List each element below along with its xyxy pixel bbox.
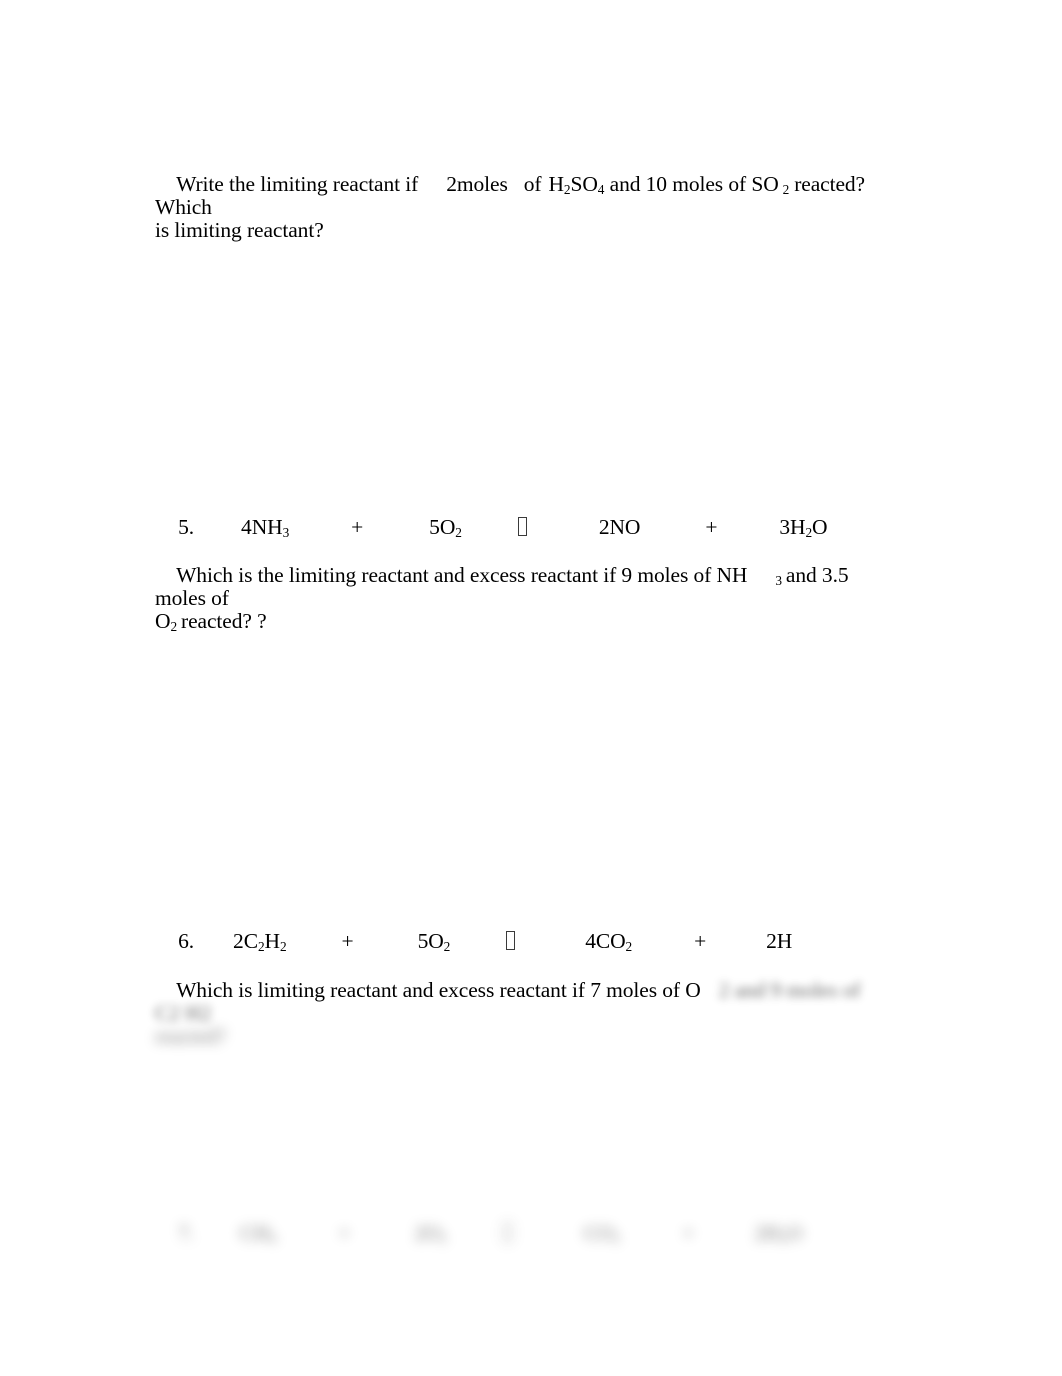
q6-text-line2-blurred: reacted? [155, 1024, 226, 1048]
reaction-arrow-missing-glyph-icon [506, 931, 516, 950]
q5-reactant-nh3: 4NH3 [241, 515, 290, 540]
q6-reactant-c2h2: 2C2H2 [233, 929, 287, 954]
q7-reactant2-sub: 2 [440, 1230, 447, 1246]
q7-reactant2-pre: 2O [414, 1221, 441, 1245]
q6-product-2h: 2H [766, 929, 793, 953]
q4-formula-h2so4: H2SO4 [548, 172, 605, 197]
q5-text-part1: Which is the limiting reactant and exces… [176, 563, 748, 587]
q4-of: of [523, 172, 542, 196]
q5-number: 5. [178, 515, 195, 539]
formula-so: SO [570, 172, 598, 196]
q5-text-line2-post: reacted? ? [181, 609, 267, 633]
q4-prompt-part1: Write the limiting reactant if [176, 172, 419, 196]
q6-reactant2-coeff: 5O [417, 929, 444, 953]
q6-reactant1-pre: 2C [233, 929, 258, 953]
q5-reactant1-sub: 3 [282, 524, 290, 540]
q5-text-line2-pre: O [155, 609, 171, 633]
q7-number: 7. [178, 1221, 195, 1245]
q7-product1-pre: CO [583, 1221, 614, 1245]
q5-plus-2: + [705, 515, 718, 539]
q5-reactant1-coeff: 4NH [241, 515, 283, 539]
q6-product-co2: 4CO2 [585, 929, 633, 954]
question-6-prompt: Which is limiting reactant and excess re… [155, 956, 895, 1071]
question-4-prompt: Write the limiting reactant if 2moles of H2… [155, 150, 895, 265]
q7-product-h2o: 2H2O [754, 1221, 803, 1246]
q7-product2-post: O [786, 1221, 803, 1245]
question-7-equation: 7. CH4 +2O2 CO2 +2H2O [157, 1199, 917, 1268]
q6-number: 6. [178, 929, 195, 953]
q4-amount: 2moles [446, 172, 508, 196]
q5-product-h2o: 3H2O [779, 515, 828, 540]
q7-product2-sub: 2 [780, 1230, 787, 1246]
q7-plus-2: + [682, 1221, 695, 1245]
q6-reactant1-sub2: 2 [279, 938, 287, 954]
q5-reactant-o2: 5O2 [429, 515, 462, 540]
q5-reactant2-sub: 2 [455, 524, 462, 540]
q6-reactant-o2: 5O2 [417, 929, 451, 954]
q6-reactant1-sub1: 2 [257, 938, 265, 954]
q4-line2: is limiting reactant? [155, 218, 324, 242]
q7-product-co2: CO2 [583, 1221, 621, 1246]
q7-product1-sub: 2 [613, 1230, 621, 1246]
q6-reactant2-sub: 2 [443, 938, 451, 954]
q5-reactant2-coeff: 5O [429, 515, 456, 539]
q6-plus-1: + [341, 929, 354, 953]
q6-plus-2: + [694, 929, 707, 953]
q7-reactant-o2: 2O2 [414, 1221, 447, 1246]
q5-product-no: 2NO [598, 515, 641, 539]
document-page: Write the limiting reactant if 2moles of H2… [0, 0, 1062, 1376]
q7-reactant1-sub: 4 [269, 1230, 277, 1246]
q4-middle: and 10 moles of SO [609, 172, 779, 196]
q6-product1-pre: 4CO [585, 929, 626, 953]
reaction-arrow-missing-glyph-icon [502, 1223, 512, 1242]
q7-reactant1-pre: CH [240, 1221, 270, 1245]
reaction-arrow-missing-glyph-icon [517, 517, 527, 536]
formula-so2-sub: 2 [782, 181, 790, 197]
q7-product2-pre: 2H [754, 1221, 781, 1245]
q7-plus-1: + [338, 1221, 351, 1245]
question-5-prompt: Which is the limiting reactant and exces… [155, 541, 895, 656]
formula-sub-4: 4 [597, 181, 605, 197]
q5-product2-post: O [812, 515, 828, 539]
q6-product1-sub: 2 [625, 938, 633, 954]
q6-text-part1: Which is limiting reactant and excess re… [176, 978, 701, 1002]
q5-plus-1: + [351, 515, 364, 539]
q5-text-line2-sub: 2 [170, 618, 178, 634]
q5-text-sub-3: 3 [775, 572, 782, 588]
q5-product2-pre: 3H [779, 515, 806, 539]
q7-reactant-ch4: CH4 [240, 1221, 277, 1246]
formula-h: H [548, 172, 564, 196]
q6-reactant1-mid: H [264, 929, 281, 953]
